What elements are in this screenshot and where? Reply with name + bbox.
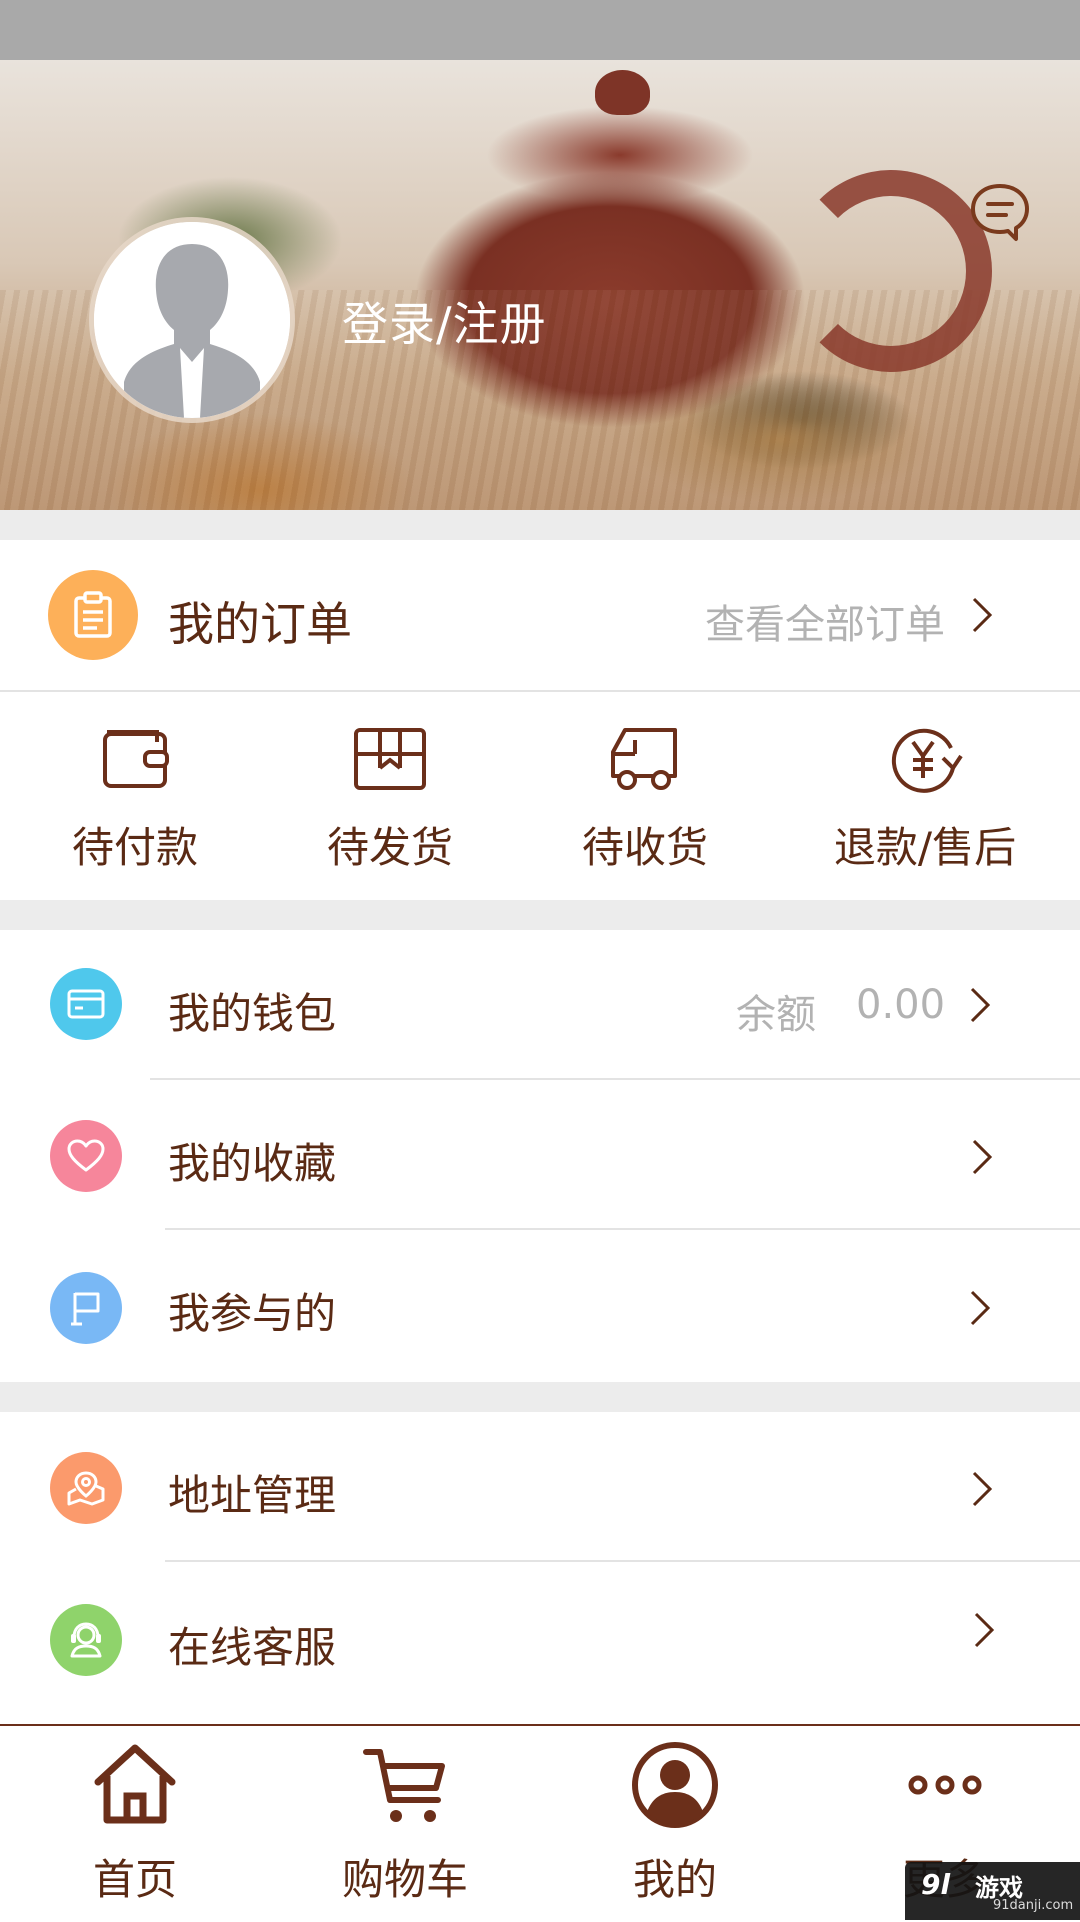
menu-label: 地址管理 bbox=[168, 1471, 337, 1520]
home-icon bbox=[94, 1744, 176, 1824]
section-gap bbox=[0, 1382, 1080, 1412]
my-orders-title: 我的订单 bbox=[168, 597, 352, 651]
tab-label: 我的 bbox=[632, 1855, 717, 1904]
status-refund-aftersales[interactable]: 退款/售后 bbox=[790, 692, 1060, 900]
status-pending-receipt[interactable]: 待收货 bbox=[510, 692, 780, 900]
balance-label: 余额 bbox=[736, 992, 816, 1038]
message-icon[interactable] bbox=[968, 180, 1032, 244]
chevron-right-icon bbox=[974, 1612, 995, 1648]
status-pending-payment[interactable]: 待付款 bbox=[0, 692, 270, 900]
box-icon bbox=[354, 728, 426, 790]
watermark-logo: 9l bbox=[921, 1868, 951, 1901]
row-divider bbox=[165, 1560, 1080, 1562]
tab-label: 购物车 bbox=[341, 1855, 468, 1904]
avatar[interactable] bbox=[94, 222, 290, 418]
status-label: 待发货 bbox=[326, 823, 453, 872]
profile-header: 登录/注册 bbox=[0, 60, 1080, 510]
teapot-handle bbox=[790, 170, 992, 372]
flag-icon bbox=[50, 1272, 122, 1344]
menu-label: 我参与的 bbox=[168, 1289, 337, 1338]
chevron-right-icon bbox=[970, 1290, 991, 1326]
watermark-sub-text: 91danji.com bbox=[993, 1898, 1074, 1913]
refund-yen-icon bbox=[891, 728, 963, 793]
tab-label: 首页 bbox=[92, 1855, 177, 1904]
heart-icon bbox=[50, 1120, 122, 1192]
menu-item-customer-service[interactable]: 在线客服 bbox=[0, 1564, 1080, 1714]
order-status-bar: 待付款 待发货 待收货 退款/售后 bbox=[0, 692, 1080, 900]
menu-item-participated[interactable]: 我参与的 bbox=[0, 1230, 1080, 1380]
location-map-icon bbox=[50, 1452, 122, 1524]
chevron-right-icon bbox=[972, 1139, 993, 1175]
site-watermark: 9l 游戏 91danji.com bbox=[905, 1862, 1080, 1920]
truck-icon bbox=[611, 728, 677, 790]
menu-label: 我的钱包 bbox=[168, 989, 337, 1038]
status-label: 待付款 bbox=[71, 823, 198, 872]
teapot-lid bbox=[595, 70, 650, 115]
chevron-right-icon bbox=[970, 987, 991, 1023]
section-gap bbox=[0, 510, 1080, 540]
tab-cart[interactable]: 购物车 bbox=[270, 1726, 540, 1922]
menu-label: 我的收藏 bbox=[168, 1139, 337, 1188]
balance-value: 0.00 bbox=[856, 982, 946, 1028]
wallet-icon bbox=[103, 730, 169, 788]
menu-item-favorites[interactable]: 我的收藏 bbox=[0, 1080, 1080, 1230]
user-profile-icon bbox=[632, 1742, 718, 1828]
headset-icon bbox=[50, 1604, 122, 1676]
chevron-right-icon bbox=[972, 1471, 993, 1507]
login-register-link[interactable]: 登录/注册 bbox=[342, 288, 547, 354]
card-icon bbox=[50, 968, 122, 1040]
menu-item-address[interactable]: 地址管理 bbox=[0, 1412, 1080, 1562]
menu-item-wallet[interactable]: 我的钱包 余额 0.00 bbox=[0, 930, 1080, 1080]
status-pending-shipment[interactable]: 待发货 bbox=[255, 692, 525, 900]
section-gap bbox=[0, 900, 1080, 930]
my-orders-row[interactable]: 我的订单 查看全部订单 bbox=[0, 540, 1080, 692]
view-all-orders-link[interactable]: 查看全部订单 bbox=[705, 592, 945, 650]
chevron-right-icon bbox=[972, 597, 993, 633]
status-label: 待收货 bbox=[581, 823, 708, 872]
tab-mine[interactable]: 我的 bbox=[540, 1726, 810, 1922]
menu-label: 在线客服 bbox=[168, 1623, 337, 1672]
default-avatar-icon bbox=[94, 222, 290, 418]
tab-home[interactable]: 首页 bbox=[0, 1726, 270, 1922]
status-label: 退款/售后 bbox=[833, 823, 1017, 872]
status-bar bbox=[0, 0, 1080, 60]
clipboard-icon bbox=[48, 570, 138, 660]
more-dots-icon bbox=[908, 1775, 982, 1795]
cart-icon bbox=[363, 1749, 445, 1822]
